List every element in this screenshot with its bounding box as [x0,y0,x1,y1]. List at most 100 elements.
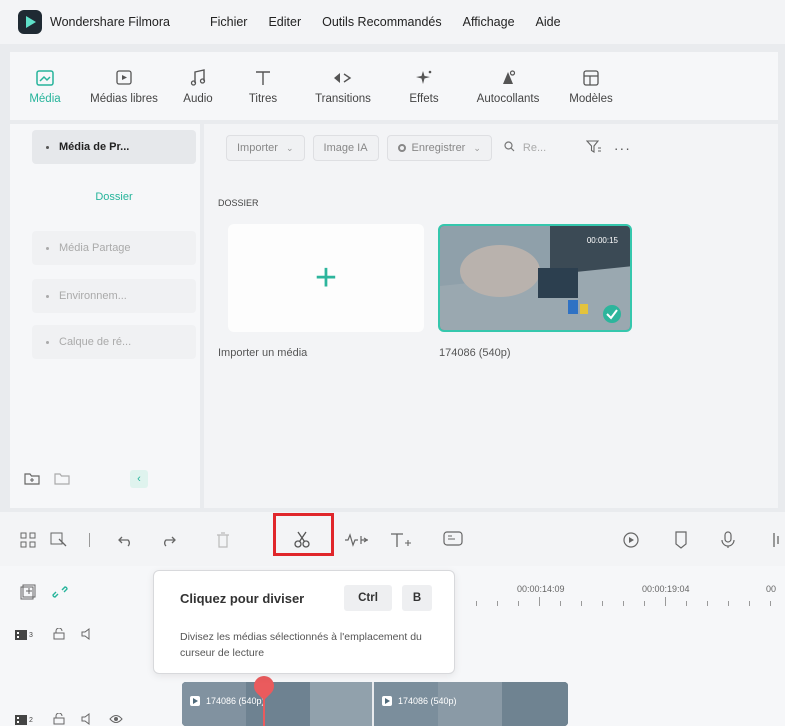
import-media-card[interactable]: + [228,224,424,332]
chevron-down-icon: ⌄ [285,142,294,153]
plus-icon: + [314,257,338,299]
sidebar-item-label: Calque de ré... [59,336,132,348]
clip-caption: 174086 (540p) [439,347,511,359]
tab-audio-label: Audio [183,92,213,105]
eye-icon[interactable] [109,713,123,726]
sidebar-item-label: Média de Pr... [59,141,130,153]
tab-templates-label: Modèles [569,92,613,105]
layout-grid-icon[interactable] [20,531,36,549]
track-number: 2 [29,716,33,724]
tab-media[interactable]: Média [10,52,80,120]
tab-titles[interactable]: Titres [228,52,298,120]
ruler-tick [644,601,645,606]
ruler-tick [686,601,687,606]
sidebar-item-label: Média Partage [59,242,131,254]
folder-icon[interactable] [54,471,70,488]
sidebar-item-folder[interactable]: Dossier [32,191,196,203]
timecode-3: 00 [766,584,777,594]
tab-effects[interactable]: Effets [388,52,460,120]
marker-icon[interactable] [674,531,688,549]
search-icon [504,141,515,155]
tab-titles-label: Titres [248,92,278,105]
filter-icon[interactable] [585,139,602,157]
bullet-icon [46,340,49,344]
menu-outils[interactable]: Outils Recommandés [322,15,442,29]
tab-audio[interactable]: Audio [168,52,228,120]
link-icon[interactable] [52,583,68,601]
ruler-tick [497,601,498,606]
sidebar-item-environment[interactable]: Environnem... [32,279,196,313]
sidebar-item-label: Environnem... [59,290,127,302]
sidebar-item-shared-media[interactable]: Média Partage [32,231,196,265]
left-panel: Média de Pr... Dossier Média Partage Env… [10,124,200,508]
track-number: 3 [29,631,33,639]
record-label: Enregistrer [411,142,466,154]
record-icon [397,144,406,152]
menu-aide[interactable]: Aide [536,15,561,29]
ruler-tick [749,601,750,606]
render-preview-icon[interactable] [622,531,640,549]
clip-name: 174086 (540p) [206,696,265,706]
clip-duration: 00:00:15 [586,236,618,245]
import-label: Importer [237,142,278,154]
effects-sparkle-icon [415,68,433,88]
template-icon [582,68,600,88]
transition-arrows-icon [332,68,354,88]
lock-track-icon[interactable] [53,712,65,726]
media-library: Importer ⌄ Image IA Enregistrer ⌄ Re... … [204,124,778,508]
chevron-down-icon: ⌄ [473,142,481,153]
microphone-icon[interactable] [721,531,735,549]
speech-to-text-icon[interactable] [443,531,463,549]
tab-transitions[interactable]: Transitions [298,52,388,120]
new-folder-icon[interactable] [24,471,40,488]
redo-icon[interactable] [160,531,176,549]
mute-track-icon[interactable] [81,712,95,726]
ruler-tick [560,601,561,606]
video-track-icon [14,629,28,641]
select-tool-icon[interactable] [50,531,68,549]
audio-split-icon[interactable] [344,531,370,549]
sidebar-footer: ‹ [24,470,148,488]
mute-track-icon[interactable] [81,627,95,643]
add-text-icon[interactable] [390,531,412,549]
title-bar: Wondershare Filmora Fichier Editer Outil… [0,0,785,44]
text-t-icon [254,68,272,88]
tab-stickers-label: Autocollants [476,92,540,105]
import-media-caption: Importer un média [218,347,308,359]
app-title: Wondershare Filmora [50,15,170,29]
ai-image-button[interactable]: Image IA [312,135,379,161]
collapse-panel-icon[interactable]: ‹ [130,470,148,488]
undo-icon[interactable] [118,531,134,549]
search-input[interactable]: Re... [504,141,574,155]
main-toolbar: Média Médias libres Audio Titres Transit… [10,52,778,120]
bullet-icon [46,145,49,149]
lock-track-icon[interactable] [53,627,65,643]
search-placeholder: Re... [522,142,547,154]
more-tools-icon[interactable] [772,531,784,549]
menu-fichier[interactable]: Fichier [210,15,248,29]
tab-media-label: Média [29,92,61,105]
menu-editer[interactable]: Editer [268,15,301,29]
separator [89,531,90,549]
sidebar-item-project-media[interactable]: Média de Pr... [32,130,196,164]
media-icon [36,68,54,88]
record-dropdown[interactable]: Enregistrer ⌄ [386,135,492,161]
scissors-icon[interactable] [293,531,311,549]
tab-stock-media[interactable]: Médias libres [80,52,168,120]
ruler-tick [518,601,519,606]
ruler-tick [770,601,771,606]
ruler-tick [602,601,603,606]
import-dropdown[interactable]: Importer ⌄ [226,135,305,161]
media-thumbnail[interactable]: 00:00:15 [438,224,632,332]
sidebar-item-adjustment-layer[interactable]: Calque de ré... [32,325,196,359]
ruler-tick [539,597,540,606]
add-track-icon[interactable] [20,583,36,601]
menu-affichage[interactable]: Affichage [463,15,515,29]
timeline-clip-strip[interactable]: 174086 (540p) 174086 (540p) [182,682,568,726]
clip-name: 174086 (540p) [398,696,457,706]
delete-icon[interactable] [216,531,230,549]
tab-templates[interactable]: Modèles [556,52,626,120]
more-options-icon[interactable]: ··· [614,140,631,156]
tab-transitions-label: Transitions [315,92,371,105]
tab-stickers[interactable]: Autocollants [460,52,556,120]
